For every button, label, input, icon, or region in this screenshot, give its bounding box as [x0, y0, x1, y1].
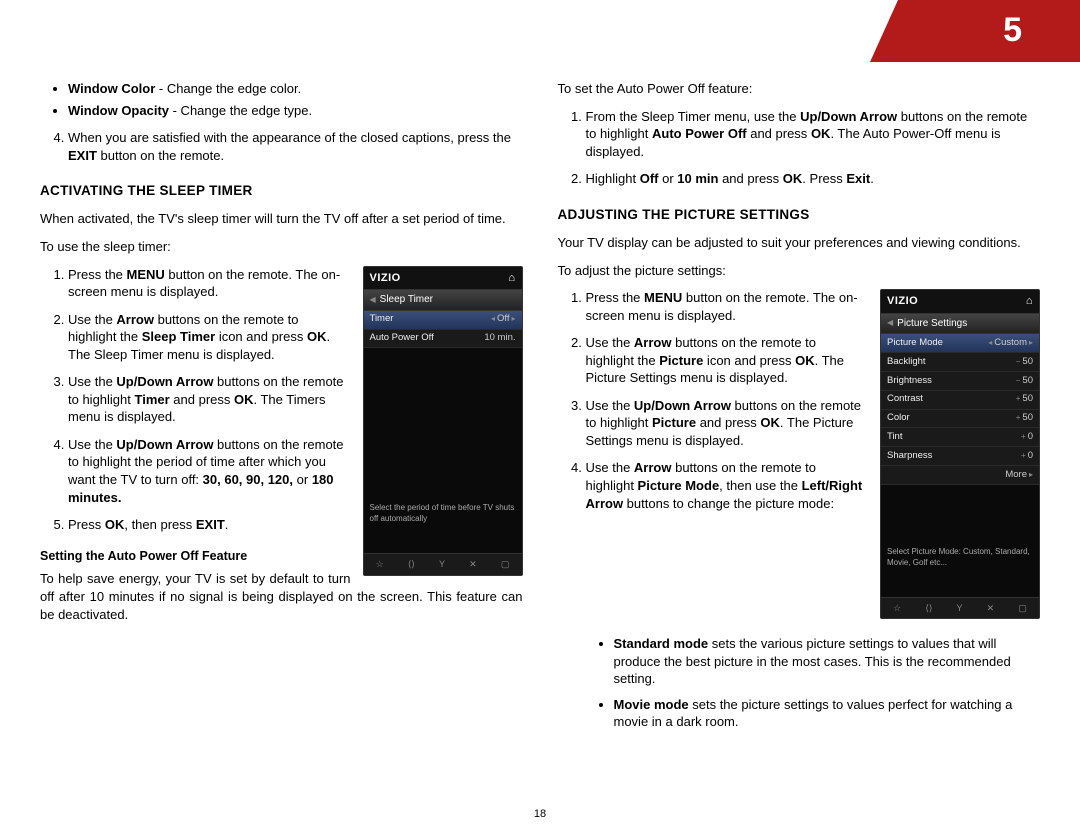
column-left: Window Color - Change the edge color. Wi… — [40, 80, 523, 794]
ap-steps: From the Sleep Timer menu, use the Up/Do… — [558, 108, 1041, 188]
sc-row-autopower: Auto Power Off 10 min. — [364, 330, 522, 349]
ap-lead: To set the Auto Power Off feature: — [558, 80, 1041, 98]
chapter-number: 5 — [1003, 8, 1022, 54]
left-arrow-icon: ◂ — [491, 314, 495, 325]
heading-sleep-timer: Activating the Sleep Timer — [40, 182, 523, 200]
cc-bullets: Window Color - Change the edge color. Wi… — [40, 80, 523, 119]
sc2-row-tint: Tint+ 0 — [881, 428, 1039, 447]
bullet-window-color: Window Color - Change the edge color. — [68, 80, 523, 98]
sc2-brand: VIZIO — [887, 294, 918, 309]
back-icon: ◀ — [370, 295, 376, 306]
tb-icon: ✕ — [987, 602, 995, 614]
page-number: 18 — [0, 807, 1080, 822]
right-arrow-icon: ▸ — [511, 314, 515, 325]
sc-title-row: ◀ Sleep Timer — [364, 290, 522, 311]
cc-step4: When you are satisfied with the appearan… — [40, 129, 523, 164]
ap-step2: Highlight Off or 10 min and press OK. Pr… — [586, 170, 1041, 188]
heading-picture-settings: Adjusting the Picture Settings — [558, 206, 1041, 224]
mode-sublist: Standard mode sets the various picture s… — [586, 629, 1041, 731]
picture-intro: Your TV display can be adjusted to suit … — [558, 234, 1041, 252]
tb-icon: ☆ — [376, 558, 384, 570]
tb-icon: ▢ — [1018, 602, 1027, 614]
screenshot-sleep-timer: VIZIO ⌂ ◀ Sleep Timer Timer ◂ Off ▸ Auto… — [363, 266, 523, 576]
sleep-intro: When activated, the TV's sleep timer wil… — [40, 210, 523, 228]
sc-title: Sleep Timer — [380, 293, 433, 307]
column-right: To set the Auto Power Off feature: From … — [558, 80, 1041, 794]
sc2-row-sharpness: Sharpness+ 0 — [881, 447, 1039, 466]
tb-icon: ⟨⟩ — [408, 558, 415, 570]
sc-toolbar: ☆ ⟨⟩ Y ✕ ▢ — [364, 553, 522, 574]
tb-icon: ✕ — [469, 558, 477, 570]
sc2-toolbar: ☆ ⟨⟩ Y ✕ ▢ — [881, 597, 1039, 618]
sc2-brand-row: VIZIO ⌂ — [881, 290, 1039, 314]
sc2-row-color: Color+ 50 — [881, 410, 1039, 429]
back-icon: ◀ — [887, 318, 893, 329]
sc-row-timer: Timer ◂ Off ▸ — [364, 311, 522, 330]
home-icon: ⌂ — [508, 271, 515, 286]
page-body: Window Color - Change the edge color. Wi… — [40, 80, 1040, 794]
sc2-row-backlight: Backlight− 50 — [881, 353, 1039, 372]
home-icon: ⌂ — [1026, 294, 1033, 309]
sleep-lead: To use the sleep timer: — [40, 238, 523, 256]
bullet-window-opacity: Window Opacity - Change the edge type. — [68, 102, 523, 120]
sc-spacer — [364, 348, 522, 499]
sc2-row-contrast: Contrast+ 50 — [881, 391, 1039, 410]
ap-step1: From the Sleep Timer menu, use the Up/Do… — [586, 108, 1041, 161]
sc2-row-more: More ▸ — [881, 466, 1039, 485]
sc2-title: Picture Settings — [897, 317, 967, 331]
tb-icon: ▢ — [501, 558, 510, 570]
sc2-spacer — [881, 485, 1039, 543]
tb-icon: Y — [439, 558, 445, 570]
screenshot-picture-settings: VIZIO ⌂ ◀ Picture Settings Picture Mode … — [880, 289, 1040, 619]
mode-standard: Standard mode sets the various picture s… — [614, 635, 1041, 688]
mode-movie: Movie mode sets the picture settings to … — [614, 696, 1041, 731]
sc2-row-brightness: Brightness− 50 — [881, 372, 1039, 391]
tb-icon: Y — [957, 602, 963, 614]
autopower-para: To help save energy, your TV is set by d… — [40, 570, 523, 623]
sc-brand-row: VIZIO ⌂ — [364, 267, 522, 291]
sc-brand: VIZIO — [370, 271, 401, 286]
sc2-row-mode: Picture Mode ◂ Custom ▸ — [881, 334, 1039, 353]
sc-hint: Select the period of time before TV shut… — [364, 499, 522, 553]
tb-icon: ☆ — [893, 602, 901, 614]
sc2-hint: Select Picture Mode: Custom, Standard, M… — [881, 543, 1039, 597]
chapter-tab: 5 — [870, 0, 1080, 62]
sc2-title-row: ◀ Picture Settings — [881, 314, 1039, 335]
picture-lead: To adjust the picture settings: — [558, 262, 1041, 280]
cc-step4-item: When you are satisfied with the appearan… — [68, 129, 523, 164]
tb-icon: ⟨⟩ — [925, 602, 932, 614]
